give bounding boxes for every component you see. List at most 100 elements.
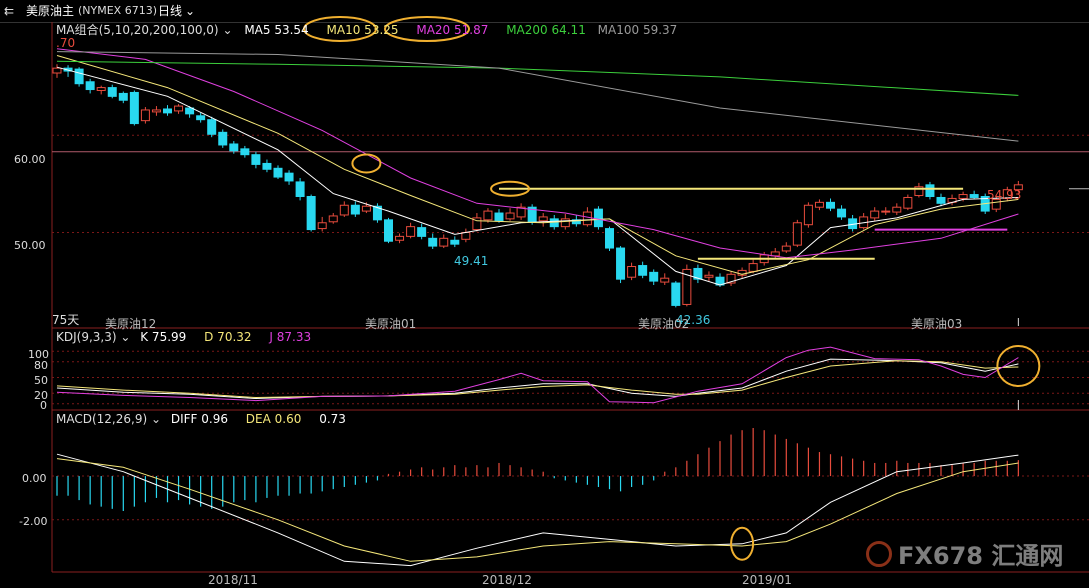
chevron-down-icon[interactable]: ⌄ bbox=[147, 412, 161, 426]
candle bbox=[925, 184, 935, 198]
chevron-down-icon[interactable]: ⌄ bbox=[117, 330, 130, 344]
candle bbox=[892, 206, 902, 213]
ma-line-ma100 bbox=[56, 51, 1019, 142]
candle bbox=[781, 245, 791, 252]
candle bbox=[814, 201, 824, 208]
candle bbox=[118, 92, 128, 101]
candle bbox=[704, 274, 714, 278]
candle bbox=[262, 162, 272, 170]
price-label-high: 54.93 bbox=[987, 188, 1022, 202]
candle bbox=[870, 210, 880, 219]
watermark-logo-icon bbox=[866, 540, 892, 567]
candle bbox=[361, 205, 371, 212]
candle bbox=[450, 239, 460, 245]
contract-mark-3: 美原油02 bbox=[638, 317, 690, 331]
candle bbox=[163, 108, 172, 114]
chart-window: ⇇ 美原油主 (NYMEX 6713) 日线 ⌄ MA组合(5,10,20,20… bbox=[0, 0, 1089, 588]
candle bbox=[439, 237, 449, 247]
candle bbox=[792, 222, 802, 246]
candle bbox=[826, 201, 835, 209]
candle bbox=[350, 204, 360, 215]
watermark: FX678 汇通网 bbox=[866, 536, 1063, 570]
candle bbox=[140, 109, 150, 122]
macd-legend-title[interactable]: MACD(12,26,9) bbox=[56, 412, 147, 426]
candle bbox=[306, 196, 316, 231]
ma-line-ma200 bbox=[56, 60, 1019, 96]
macd-dea-label: DEA 0.60 bbox=[245, 412, 302, 426]
candle bbox=[969, 194, 979, 198]
candle bbox=[593, 208, 603, 228]
kdj-k-label: K 75.99 bbox=[140, 330, 187, 344]
candle bbox=[903, 196, 913, 209]
date-tick-2: 2018/12 bbox=[482, 573, 532, 587]
candle bbox=[748, 263, 758, 272]
kdj-legend: KDJ(9,3,3) ⌄ K 75.99 D 70.32 J 87.33 bbox=[56, 330, 311, 344]
candle bbox=[96, 87, 106, 92]
ma-legend-title[interactable]: MA组合(5,10,20,200,100,0) bbox=[56, 23, 219, 37]
candle bbox=[770, 251, 780, 257]
candle bbox=[240, 148, 250, 156]
candle bbox=[461, 231, 471, 240]
candle bbox=[803, 204, 813, 226]
macd-legend: MACD(12,26,9) ⌄ DIFF 0.96 DEA 0.60 0.73 bbox=[56, 412, 346, 426]
candle bbox=[339, 204, 349, 216]
candle bbox=[958, 194, 968, 199]
candle bbox=[638, 265, 648, 276]
candle bbox=[328, 215, 338, 223]
candle bbox=[52, 67, 62, 74]
price-tick-60: 60.00 bbox=[14, 153, 46, 166]
kdj-j-label: J 87.33 bbox=[269, 330, 312, 344]
ma-line-ma10 bbox=[56, 55, 1019, 275]
candle bbox=[218, 131, 228, 146]
candle bbox=[317, 222, 327, 230]
candle bbox=[660, 277, 670, 283]
date-tick-3: 2019/01 bbox=[742, 573, 792, 587]
candle bbox=[284, 172, 294, 182]
kdj-tick-50: 50 bbox=[34, 374, 48, 387]
contract-mark-4: 美原油03 bbox=[911, 317, 963, 331]
period-tag: 75天 bbox=[52, 313, 80, 327]
candle bbox=[582, 211, 592, 226]
candle bbox=[627, 266, 637, 278]
candle bbox=[251, 154, 261, 165]
ma-legend: MA组合(5,10,20,200,100,0) ⌄ MA5 53.54 MA10… bbox=[56, 21, 677, 37]
candle bbox=[936, 196, 946, 204]
candle bbox=[107, 87, 117, 97]
macd-hist-label: 0.73 bbox=[319, 412, 346, 426]
kdj-legend-title[interactable]: KDJ(9,3,3) bbox=[56, 330, 117, 344]
candle bbox=[671, 282, 681, 306]
candle bbox=[229, 143, 239, 152]
candle bbox=[605, 228, 614, 249]
ma200-label: MA200 64.11 bbox=[506, 23, 586, 37]
candle bbox=[74, 68, 84, 85]
candle bbox=[494, 212, 504, 222]
candle bbox=[273, 167, 283, 178]
kdj-tick-0: 0 bbox=[40, 399, 47, 412]
highlight-circle bbox=[351, 153, 382, 174]
candle bbox=[129, 91, 139, 125]
candle bbox=[881, 210, 891, 213]
candle bbox=[395, 235, 405, 241]
macd-diff-label: DIFF 0.96 bbox=[170, 412, 228, 426]
candle bbox=[384, 219, 393, 242]
kdj-tick-80: 80 bbox=[34, 359, 48, 372]
candle bbox=[837, 208, 847, 218]
chevron-down-icon[interactable]: ⌄ bbox=[219, 23, 232, 37]
candle bbox=[428, 237, 438, 247]
candle bbox=[505, 212, 515, 220]
ma5-label: MA5 53.54 bbox=[244, 23, 309, 37]
ma-line-ma5 bbox=[56, 66, 1019, 286]
kdj-d-label: D 70.32 bbox=[204, 330, 252, 344]
chart-canvas[interactable] bbox=[0, 0, 1089, 588]
macd-tick-0: 0.00 bbox=[22, 472, 47, 485]
price-label-low1: 49.41 bbox=[454, 254, 489, 268]
candle bbox=[538, 216, 548, 222]
candle bbox=[560, 218, 570, 228]
candle bbox=[483, 210, 493, 221]
contract-mark-2: 美原油01 bbox=[365, 317, 417, 331]
date-tick-1: 2018/11 bbox=[208, 573, 258, 587]
price-tick-50: 50.00 bbox=[14, 239, 46, 252]
watermark-text: FX678 汇通网 bbox=[898, 542, 1064, 570]
candle bbox=[417, 227, 427, 237]
ma20-label: MA20 51.87 bbox=[416, 23, 489, 37]
